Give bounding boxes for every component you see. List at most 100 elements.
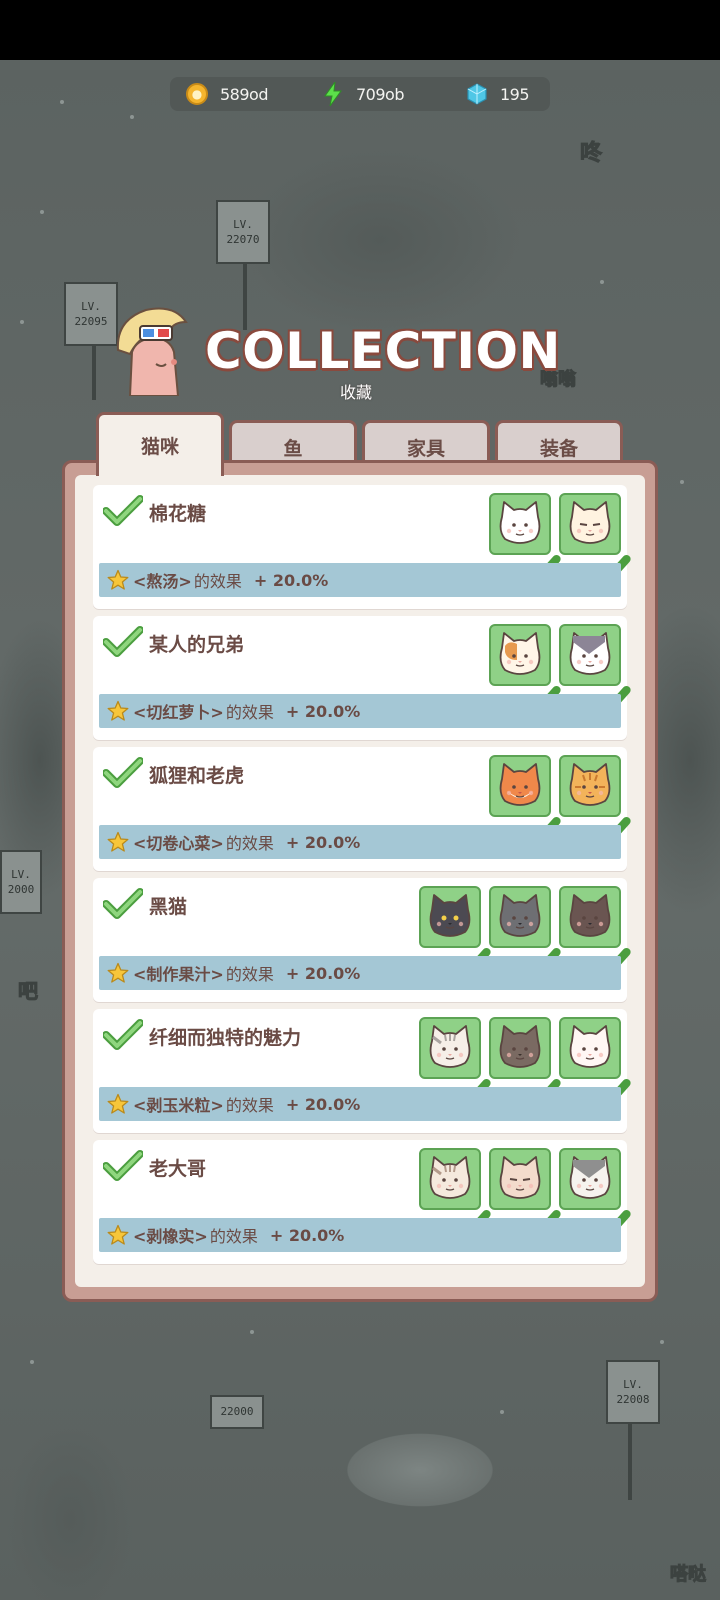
energy-counter[interactable]: 709ob bbox=[322, 77, 404, 111]
cat-icons-row bbox=[419, 886, 631, 985]
collection-card[interactable]: 棉花糖 <熬汤> 的效果 + 20.0% bbox=[93, 485, 631, 609]
collected-check-icon bbox=[582, 548, 631, 592]
cat-portrait-icon[interactable] bbox=[419, 1017, 491, 1116]
collected-check-icon bbox=[512, 941, 561, 985]
cat-icons-row bbox=[489, 755, 631, 854]
collected-check-icon bbox=[512, 1203, 561, 1247]
coin-value: 589od bbox=[220, 84, 268, 104]
collection-card[interactable]: 纤细而独特的魅力 <剥玉米粒> 的效果 + 20.0% bbox=[93, 1009, 631, 1133]
collection-card[interactable]: 黑猫 <制作果汁> 的效果 + 20.0% bbox=[93, 878, 631, 1002]
cat-icons-row bbox=[419, 1148, 631, 1247]
bonus-value: + 20.0% bbox=[285, 701, 361, 721]
page-title: COLLECTION bbox=[205, 322, 561, 380]
completed-check-icon bbox=[102, 1019, 144, 1051]
collected-check-icon bbox=[512, 810, 561, 854]
collected-check-icon bbox=[582, 1072, 631, 1116]
currency-bar: ● 589od 709ob 195 bbox=[170, 77, 550, 111]
bubble-ba: 吧 bbox=[18, 979, 39, 1004]
bonus-bar: <切红萝卜> 的效果 + 20.0% bbox=[99, 694, 621, 728]
bonus-task: <制作果汁> bbox=[133, 965, 224, 984]
bonus-effect-label: 的效果 bbox=[225, 965, 274, 984]
star-icon bbox=[107, 700, 129, 722]
sign-pole bbox=[628, 1420, 632, 1500]
coin-icon: ● bbox=[186, 83, 208, 105]
bonus-effect-label: 的效果 bbox=[193, 572, 242, 591]
bonus-bar: <熬汤> 的效果 + 20.0% bbox=[99, 563, 621, 597]
collection-name: 棉花糖 bbox=[149, 503, 207, 525]
collection-name: 某人的兄弟 bbox=[149, 634, 245, 656]
star-icon bbox=[107, 1224, 129, 1246]
completed-check-icon bbox=[102, 495, 144, 527]
bonus-task: <剥玉米粒> bbox=[133, 1096, 224, 1115]
bonus-value: + 20.0% bbox=[253, 570, 329, 590]
cat-icons-row bbox=[489, 493, 631, 592]
star-icon bbox=[107, 1093, 129, 1115]
collection-card[interactable]: 狐狸和老虎 <切卷心菜> 的效果 + 20.0% bbox=[93, 747, 631, 871]
bonus-value: + 20.0% bbox=[285, 1094, 361, 1114]
collected-check-icon bbox=[582, 810, 631, 854]
bonus-effect-label: 的效果 bbox=[225, 834, 274, 853]
bubble-da: 嗒哒 bbox=[670, 1564, 707, 1586]
collection-name: 黑猫 bbox=[149, 896, 188, 918]
cat-portrait-icon[interactable] bbox=[489, 624, 561, 723]
cat-portrait-icon[interactable] bbox=[489, 1017, 561, 1116]
collection-list[interactable]: 棉花糖 <熬汤> 的效果 + 20.0% 某人的兄弟 <切红萝卜> 的效果 + 20.0%… bbox=[75, 475, 645, 1287]
cat-portrait-icon[interactable] bbox=[559, 624, 631, 723]
cat-portrait-icon[interactable] bbox=[559, 493, 631, 592]
bonus-value: + 20.0% bbox=[269, 1225, 345, 1245]
completed-check-icon bbox=[102, 626, 144, 658]
level-sign: LV. 22070 bbox=[216, 200, 270, 264]
bonus-task: <熬汤> bbox=[133, 572, 192, 591]
bonus-bar: <制作果汁> 的效果 + 20.0% bbox=[99, 956, 621, 990]
level-sign: LV. 2000 bbox=[0, 850, 42, 914]
bonus-task: <切卷心菜> bbox=[133, 834, 224, 853]
bonus-task: <剥橡实> bbox=[133, 1227, 208, 1246]
completed-check-icon bbox=[102, 888, 144, 920]
star-icon bbox=[107, 962, 129, 984]
gem-counter[interactable]: 195 bbox=[466, 77, 530, 111]
collected-check-icon bbox=[512, 548, 561, 592]
collection-name: 狐狸和老虎 bbox=[149, 765, 245, 787]
level-pad-sign: 22000 bbox=[210, 1395, 264, 1429]
gem-value: 195 bbox=[500, 84, 530, 104]
cat-portrait-icon[interactable] bbox=[559, 1017, 631, 1116]
completed-check-icon bbox=[102, 1150, 144, 1182]
collection-panel: 棉花糖 <熬汤> 的效果 + 20.0% 某人的兄弟 <切红萝卜> 的效果 + 20.0%… bbox=[62, 460, 658, 1302]
bonus-effect-label: 的效果 bbox=[225, 703, 274, 722]
cat-portrait-icon[interactable] bbox=[489, 493, 561, 592]
cat-portrait-icon[interactable] bbox=[559, 1148, 631, 1247]
bonus-effect-label: 的效果 bbox=[209, 1227, 258, 1246]
level-sign: LV. 22095 bbox=[64, 282, 118, 346]
gem-icon bbox=[466, 83, 488, 105]
bonus-value: + 20.0% bbox=[285, 832, 361, 852]
energy-value: 709ob bbox=[356, 84, 404, 104]
cat-portrait-icon[interactable] bbox=[489, 1148, 561, 1247]
bonus-bar: <剥玉米粒> 的效果 + 20.0% bbox=[99, 1087, 621, 1121]
collection-card[interactable]: 老大哥 <剥橡实> 的效果 + 20.0% bbox=[93, 1140, 631, 1264]
collected-check-icon bbox=[512, 679, 561, 723]
cat-portrait-icon[interactable] bbox=[489, 755, 561, 854]
cat-portrait-icon[interactable] bbox=[559, 755, 631, 854]
coin-counter[interactable]: ● 589od bbox=[186, 77, 268, 111]
collected-check-icon bbox=[582, 941, 631, 985]
cat-icons-row bbox=[489, 624, 631, 723]
cat-icons-row bbox=[419, 1017, 631, 1116]
bonus-bar: <剥橡实> 的效果 + 20.0% bbox=[99, 1218, 621, 1252]
mascot-cat-with-3d-glasses bbox=[112, 300, 190, 397]
collected-check-icon bbox=[582, 1203, 631, 1247]
bonus-bar: <切卷心菜> 的效果 + 20.0% bbox=[99, 825, 621, 859]
completed-check-icon bbox=[102, 757, 144, 789]
cat-portrait-icon[interactable] bbox=[419, 1148, 491, 1247]
cat-portrait-icon[interactable] bbox=[419, 886, 491, 985]
cat-portrait-icon[interactable] bbox=[489, 886, 561, 985]
star-icon bbox=[107, 569, 129, 591]
page-subtitle: 收藏 bbox=[340, 383, 373, 402]
tab-cats[interactable]: 猫咪 bbox=[96, 412, 224, 476]
bonus-task: <切红萝卜> bbox=[133, 703, 224, 722]
level-sign: LV. 22008 bbox=[606, 1360, 660, 1424]
bubble-dong: 咚 bbox=[579, 141, 603, 167]
cat-portrait-icon[interactable] bbox=[559, 886, 631, 985]
bonus-value: + 20.0% bbox=[285, 963, 361, 983]
collected-check-icon bbox=[582, 679, 631, 723]
collection-card[interactable]: 某人的兄弟 <切红萝卜> 的效果 + 20.0% bbox=[93, 616, 631, 740]
